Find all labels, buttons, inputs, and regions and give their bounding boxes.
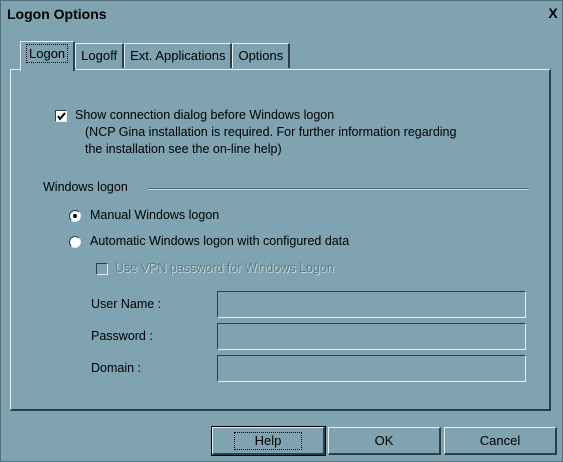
close-icon[interactable]: X: [546, 6, 560, 20]
tab-logon-label: Logon: [26, 44, 69, 63]
user-name-label: User Name :: [91, 297, 162, 311]
use-vpn-password-label[interactable]: Use VPN password for Windows Logon: [115, 261, 334, 275]
ok-button[interactable]: OK: [328, 427, 441, 455]
title-bar[interactable]: Logon Options X: [1, 1, 562, 27]
tab-logon[interactable]: Logon: [20, 41, 76, 71]
manual-logon-radio[interactable]: [69, 210, 81, 222]
group-divider: [149, 188, 529, 190]
show-dialog-note-line1: (NCP Gina installation is required. For …: [85, 125, 457, 139]
tab-ext-applications[interactable]: Ext. Applications: [124, 43, 233, 68]
domain-label: Domain :: [91, 361, 142, 375]
domain-field[interactable]: [217, 355, 526, 382]
tab-options[interactable]: Options: [232, 43, 291, 68]
user-name-field[interactable]: [217, 291, 526, 318]
cancel-button-label: Cancel: [479, 433, 521, 448]
show-dialog-label[interactable]: Show connection dialog before Windows lo…: [75, 108, 334, 122]
password-field[interactable]: [217, 323, 526, 350]
window-title: Logon Options: [7, 6, 107, 22]
use-vpn-password-checkbox[interactable]: [96, 263, 108, 275]
radio-selected-dot: [73, 214, 77, 218]
logon-tab-panel: Show connection dialog before Windows lo…: [10, 69, 551, 411]
automatic-logon-radio[interactable]: [69, 236, 81, 248]
help-button[interactable]: Help: [211, 426, 326, 456]
show-dialog-checkbox[interactable]: [55, 110, 67, 122]
windows-logon-group-label: Windows logon: [43, 180, 128, 194]
ok-button-label: OK: [374, 433, 394, 448]
checkmark-icon: [57, 112, 66, 121]
tab-strip: Logon Logoff Ext. Applications Options: [20, 38, 291, 71]
cancel-button[interactable]: Cancel: [444, 427, 557, 455]
tab-options-label: Options: [238, 48, 284, 63]
show-dialog-note-line2: the installation see the on-line help): [85, 142, 282, 156]
tab-logoff-label: Logoff: [81, 48, 118, 63]
tab-ext-applications-label: Ext. Applications: [130, 48, 226, 63]
automatic-logon-label[interactable]: Automatic Windows logon with configured …: [90, 234, 349, 248]
logon-options-window: Logon Options X Logon Logoff Ext. Applic…: [0, 0, 563, 462]
manual-logon-label[interactable]: Manual Windows logon: [90, 208, 219, 222]
password-label: Password :: [91, 329, 153, 343]
dialog-client: Logon Logoff Ext. Applications Options S…: [10, 38, 552, 418]
help-button-label: Help: [233, 431, 303, 450]
tab-logoff[interactable]: Logoff: [75, 43, 125, 68]
